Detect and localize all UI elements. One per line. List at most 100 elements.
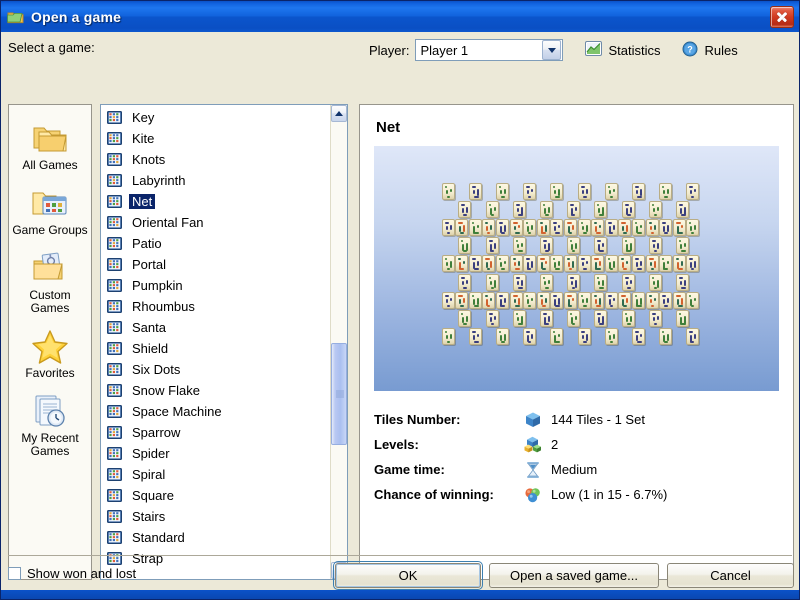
list-item[interactable]: Pumpkin: [101, 275, 330, 296]
list-item[interactable]: Oriental Fan: [101, 212, 330, 233]
ok-button[interactable]: OK: [333, 561, 483, 590]
tile-layout-icon: [107, 321, 122, 334]
statistics-button[interactable]: Statistics: [585, 41, 660, 59]
stat-row: Tiles Number: 144 Tiles - 1 Set: [374, 407, 779, 432]
chevron-up-icon[interactable]: [331, 105, 347, 122]
player-select[interactable]: Player 1: [415, 39, 564, 61]
list-item-label: Knots: [132, 152, 166, 167]
list-item[interactable]: Kite: [101, 128, 330, 149]
list-item-label: Labyrinth: [132, 173, 186, 188]
list-item-label: Kite: [132, 131, 155, 146]
list-item[interactable]: Snow Flake: [101, 380, 330, 401]
list-item[interactable]: Space Machine: [101, 401, 330, 422]
dialog-body: Select a game: Player: Player 1 Statisti…: [1, 32, 799, 599]
scrollbar-thumb[interactable]: [331, 343, 347, 445]
game-list-items: Key Kite Knots Labyrinth Net Oriental Fan Pati…: [101, 105, 330, 579]
player-select-value: Player 1: [420, 42, 469, 58]
stat-value: 2: [551, 437, 559, 452]
list-item-label: Standard: [132, 530, 185, 545]
tile-layout-icon: [107, 468, 122, 481]
stat-label: Levels:: [374, 437, 419, 452]
list-item[interactable]: Six Dots: [101, 359, 330, 380]
list-item-label: Key: [132, 110, 155, 125]
game-list-scrollbar[interactable]: [330, 105, 347, 579]
show-won-and-lost-checkbox[interactable]: Show won and lost: [8, 566, 136, 581]
tile-layout-icon: [107, 489, 122, 502]
list-item-label: Rhoumbus: [132, 299, 195, 314]
list-item[interactable]: Labyrinth: [101, 170, 330, 191]
list-item[interactable]: Shield: [101, 338, 330, 359]
tile-layout-icon: [107, 426, 122, 439]
tile-layout-icon: [107, 447, 122, 460]
game-list[interactable]: Key Kite Knots Labyrinth Net Oriental Fan Pati…: [100, 104, 348, 580]
stat-row: Levels: 2: [374, 432, 779, 457]
window-title: Open a game: [31, 8, 122, 25]
list-item-label: Stairs: [132, 509, 166, 524]
sidebar-item-my-recent-games[interactable]: My Recent Games: [9, 388, 91, 464]
list-item-label: Santa: [132, 320, 166, 335]
tile-layout-icon: [107, 132, 122, 145]
folders-icon: [7, 9, 25, 25]
chart-icon: [585, 41, 603, 59]
list-item[interactable]: Sparrow: [101, 422, 330, 443]
player-label: Player:: [369, 42, 410, 58]
list-item[interactable]: Rhoumbus: [101, 296, 330, 317]
sidebar-item-game-groups[interactable]: Game Groups: [9, 180, 91, 243]
chevron-down-icon[interactable]: [542, 40, 562, 60]
list-item-label: Patio: [132, 236, 162, 251]
list-item[interactable]: Santa: [101, 317, 330, 338]
list-item[interactable]: Patio: [101, 233, 330, 254]
statistics-label: Statistics: [608, 42, 661, 58]
sidebar-item-label: My Recent Games: [21, 431, 79, 458]
list-item-label: Spider: [132, 446, 170, 461]
game-preview-image: [374, 146, 779, 391]
sidebar-item-all-games[interactable]: All Games: [9, 115, 91, 178]
list-item-label: Shield: [132, 341, 169, 356]
tile-layout-icon: [107, 342, 122, 355]
blue-cube-icon: [524, 411, 542, 429]
tile-layout-icon: [107, 111, 122, 124]
open-saved-game-button[interactable]: Open a saved game...: [489, 563, 659, 588]
list-item[interactable]: Square: [101, 485, 330, 506]
tile-layout-icon: [107, 258, 122, 271]
list-item[interactable]: Stairs: [101, 506, 330, 527]
sidebar-item-label: All Games: [22, 158, 78, 172]
svg-text:?: ?: [688, 44, 694, 54]
list-item[interactable]: Key: [101, 107, 330, 128]
tile-layout-icon: [107, 300, 122, 313]
list-item[interactable]: Spiral: [101, 464, 330, 485]
list-item[interactable]: Spider: [101, 443, 330, 464]
list-item[interactable]: Portal: [101, 254, 330, 275]
stacked-cubes-icon: [524, 436, 542, 454]
stat-value: 144 Tiles - 1 Set: [551, 412, 645, 427]
list-item-label: Square: [132, 488, 174, 503]
cancel-button[interactable]: Cancel: [667, 563, 794, 588]
folder-custom-icon: [30, 250, 70, 286]
tile-layout-render: [441, 182, 712, 355]
open-a-game-dialog: Open a game Select a game: Player: Playe…: [0, 0, 800, 600]
rules-label: Rules: [704, 42, 738, 58]
stat-row: Game time: Medium: [374, 457, 779, 482]
tile-layout-icon: [107, 363, 122, 376]
tile-layout-icon: [107, 384, 122, 397]
page-title: Net: [376, 119, 401, 136]
tile-layout-icon: [107, 216, 122, 229]
rules-button[interactable]: ? Rules: [682, 41, 738, 60]
list-item-label: Oriental Fan: [132, 215, 204, 230]
sidebar-item-favorites[interactable]: Favorites: [9, 323, 91, 386]
close-icon[interactable]: [770, 5, 794, 28]
tile-layout-icon: [107, 237, 122, 250]
sidebar-item-label: Game Groups: [12, 223, 88, 237]
sidebar-item-label: Custom Games: [29, 288, 71, 315]
title-bar: Open a game: [1, 1, 799, 32]
folder-groups-icon: [30, 185, 70, 221]
tile-layout-icon: [107, 195, 122, 208]
list-item[interactable]: Net: [101, 191, 330, 212]
spheres-icon: [524, 486, 542, 504]
list-item[interactable]: Knots: [101, 149, 330, 170]
stat-row: Chance of winning: Low (1 in 15 - 6.7%): [374, 482, 779, 507]
list-item[interactable]: Standard: [101, 527, 330, 548]
checkbox-box[interactable]: [8, 567, 21, 580]
sidebar-item-custom-games[interactable]: Custom Games: [9, 245, 91, 321]
list-item-label: Portal: [132, 257, 166, 272]
